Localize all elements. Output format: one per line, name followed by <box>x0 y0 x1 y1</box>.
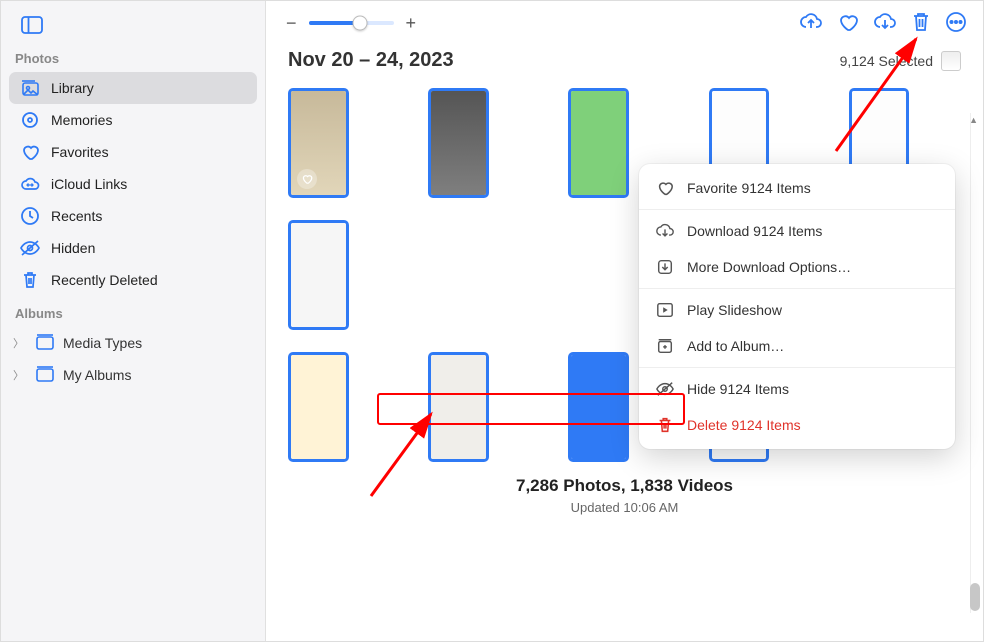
chevron-right-icon: 〉 <box>13 335 27 351</box>
album-add-icon <box>655 336 675 356</box>
menu-item-hide[interactable]: Hide 9124 Items <box>639 371 955 407</box>
main-content: − + <box>266 1 983 641</box>
scrollbar[interactable]: ▲ <box>970 113 981 613</box>
sidebar: Photos Library Memories Favorites iCloud… <box>1 1 266 641</box>
sidebar-item-icloud-links[interactable]: iCloud Links <box>9 168 257 200</box>
favorite-heart-icon[interactable] <box>837 11 859 36</box>
sidebar-item-hidden[interactable]: Hidden <box>9 232 257 264</box>
favorite-badge-icon[interactable] <box>297 169 317 189</box>
menu-item-label: Download 9124 Items <box>687 223 822 239</box>
sidebar-item-label: Recently Deleted <box>51 272 158 288</box>
menu-divider <box>639 367 955 368</box>
menu-item-play-slideshow[interactable]: Play Slideshow <box>639 292 955 328</box>
menu-item-label: Hide 9124 Items <box>687 381 789 397</box>
content-header: Nov 20 – 24, 2023 9,124 Selected <box>266 45 983 84</box>
menu-item-delete[interactable]: Delete 9124 Items <box>639 407 955 443</box>
photo-video-count: 7,286 Photos, 1,838 Videos <box>288 476 961 496</box>
menu-item-label: Add to Album… <box>687 338 784 354</box>
photo-thumbnail[interactable] <box>568 352 629 462</box>
zoom-slider-thumb[interactable] <box>352 16 367 31</box>
upload-cloud-icon[interactable] <box>799 11 823 36</box>
selection-thumbnail[interactable] <box>941 51 961 71</box>
sidebar-item-label: iCloud Links <box>51 176 127 192</box>
menu-divider <box>639 288 955 289</box>
library-icon <box>19 77 41 99</box>
play-icon <box>655 300 675 320</box>
menu-item-favorite[interactable]: Favorite 9124 Items <box>639 170 955 206</box>
menu-item-label: Play Slideshow <box>687 302 782 318</box>
photo-thumbnail[interactable] <box>288 88 349 198</box>
memories-icon <box>19 109 41 131</box>
section-title-photos: Photos <box>15 51 251 66</box>
sidebar-item-memories[interactable]: Memories <box>9 104 257 136</box>
heart-icon <box>655 178 675 198</box>
download-cloud-icon[interactable] <box>873 11 897 36</box>
eye-slash-icon <box>655 379 675 399</box>
selection-count-label: 9,124 Selected <box>840 53 933 69</box>
toolbar: − + <box>266 1 983 45</box>
menu-item-more-download[interactable]: More Download Options… <box>639 249 955 285</box>
scroll-up-arrow-icon[interactable]: ▲ <box>969 115 978 125</box>
section-title-albums: Albums <box>15 306 251 321</box>
sidebar-item-recently-deleted[interactable]: Recently Deleted <box>9 264 257 296</box>
menu-item-download[interactable]: Download 9124 Items <box>639 213 955 249</box>
zoom-in-button[interactable]: + <box>402 13 421 34</box>
eye-slash-icon <box>19 237 41 259</box>
sidebar-item-recents[interactable]: Recents <box>9 200 257 232</box>
zoom-control: − + <box>282 13 420 34</box>
grid-footer: 7,286 Photos, 1,838 Videos Updated 10:06… <box>288 462 961 541</box>
photo-thumbnail[interactable] <box>288 220 349 330</box>
sidebar-item-my-albums[interactable]: 〉 My Albums <box>9 359 257 391</box>
sidebar-item-label: Memories <box>51 112 112 128</box>
app-window: Photos Library Memories Favorites iCloud… <box>0 0 984 642</box>
trash-icon <box>655 415 675 435</box>
photo-thumbnail[interactable] <box>568 88 629 198</box>
sidebar-item-label: My Albums <box>63 367 131 383</box>
album-icon <box>35 365 55 386</box>
cloud-link-icon <box>19 173 41 195</box>
trash-toolbar-icon[interactable] <box>911 11 931 36</box>
sidebar-item-label: Media Types <box>63 335 142 351</box>
sidebar-toggle-icon[interactable] <box>9 16 43 37</box>
heart-icon <box>19 141 41 163</box>
menu-item-label: Favorite 9124 Items <box>687 180 811 196</box>
clock-icon <box>19 205 41 227</box>
scrollbar-thumb[interactable] <box>970 583 980 611</box>
sidebar-item-label: Favorites <box>51 144 109 160</box>
sidebar-item-library[interactable]: Library <box>9 72 257 104</box>
date-range-title: Nov 20 – 24, 2023 <box>288 49 454 72</box>
photo-thumbnail[interactable] <box>428 88 489 198</box>
context-menu: Favorite 9124 Items Download 9124 Items … <box>639 164 955 449</box>
zoom-slider[interactable] <box>309 21 394 25</box>
sidebar-item-label: Recents <box>51 208 102 224</box>
sidebar-toggle-bar <box>9 11 257 41</box>
download-cloud-icon <box>655 221 675 241</box>
photo-thumbnail[interactable] <box>288 352 349 462</box>
menu-item-add-to-album[interactable]: Add to Album… <box>639 328 955 364</box>
sidebar-item-favorites[interactable]: Favorites <box>9 136 257 168</box>
sidebar-item-media-types[interactable]: 〉 Media Types <box>9 327 257 359</box>
trash-icon <box>19 269 41 291</box>
menu-item-label: More Download Options… <box>687 259 851 275</box>
photo-thumbnail[interactable] <box>428 352 489 462</box>
download-box-icon <box>655 257 675 277</box>
more-icon[interactable] <box>945 11 967 36</box>
album-icon <box>35 333 55 354</box>
zoom-out-button[interactable]: − <box>282 13 301 34</box>
sidebar-item-label: Hidden <box>51 240 95 256</box>
sidebar-item-label: Library <box>51 80 94 96</box>
chevron-right-icon: 〉 <box>13 367 27 383</box>
menu-divider <box>639 209 955 210</box>
updated-timestamp: Updated 10:06 AM <box>288 500 961 515</box>
menu-item-label: Delete 9124 Items <box>687 417 801 433</box>
